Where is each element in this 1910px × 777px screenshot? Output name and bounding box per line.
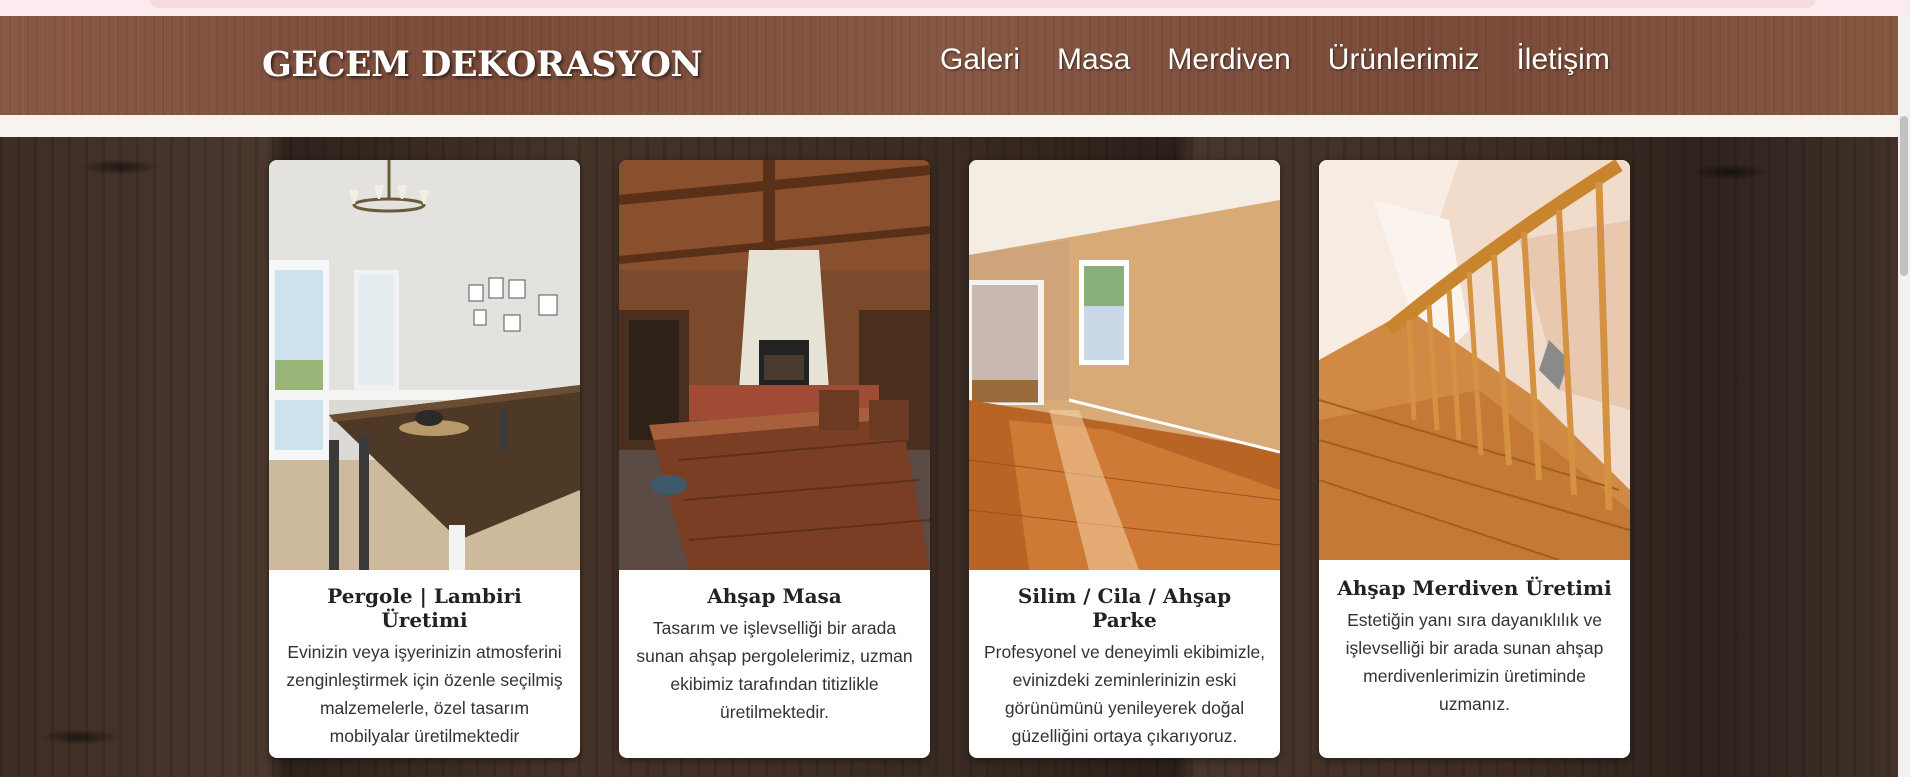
address-bar-edge	[150, 0, 1815, 8]
dining-room-photo	[269, 160, 580, 570]
service-card-merdiven[interactable]: Ahşap Merdiven Üretimi Estetiğin yanı sı…	[1319, 160, 1630, 758]
service-card-masa[interactable]: Ahşap Masa Tasarım ve işlevselliği bir a…	[619, 160, 930, 758]
card-title: Pergole | Lambiri Üretimi	[327, 584, 522, 632]
service-card-parke[interactable]: Silim / Cila / Ahşap Parke Profesyonel v…	[969, 160, 1280, 758]
card-title: Ahşap Merdiven Üretimi	[1337, 576, 1612, 600]
card-title: Silim / Cila / Ahşap Parke	[1017, 584, 1232, 632]
browser-top-strip	[0, 0, 1910, 16]
nav-link-urunlerimiz[interactable]: Ürünlerimiz	[1328, 43, 1480, 77]
card-text: Estetiğin yanı sıra dayanıklılık ve işle…	[1345, 610, 1604, 714]
nav-link-iletisim[interactable]: İletişim	[1516, 43, 1609, 77]
patio-table-photo	[619, 160, 930, 570]
nav-link-galeri[interactable]: Galeri	[940, 43, 1020, 77]
nav-link-merdiven[interactable]: Merdiven	[1167, 43, 1290, 77]
wooden-stairs-photo	[1319, 160, 1630, 560]
card-title: Ahşap Masa	[707, 584, 842, 608]
nav-link-masa[interactable]: Masa	[1057, 43, 1130, 77]
parquet-floor-photo	[969, 160, 1280, 570]
brand-logo[interactable]: GECEM DEKORASYON	[262, 44, 703, 85]
main-nav: Galeri Masa Merdiven Ürünlerimiz İletişi…	[940, 43, 1610, 77]
card-text: Tasarım ve işlevselliği bir arada sunan …	[636, 618, 913, 722]
page-scrollbar[interactable]	[1898, 16, 1910, 777]
service-card-pergole[interactable]: Pergole | Lambiri Üretimi Evinizin veya …	[269, 160, 580, 758]
card-text: Evinizin veya işyerinizin atmosferini ze…	[286, 642, 563, 746]
site-header: GECEM DEKORASYON Galeri Masa Merdiven Ür…	[0, 16, 1898, 115]
card-text: Profesyonel ve deneyimli ekibimizle, evi…	[983, 642, 1266, 746]
scrollbar-thumb[interactable]	[1900, 116, 1908, 276]
header-divider	[0, 115, 1898, 137]
